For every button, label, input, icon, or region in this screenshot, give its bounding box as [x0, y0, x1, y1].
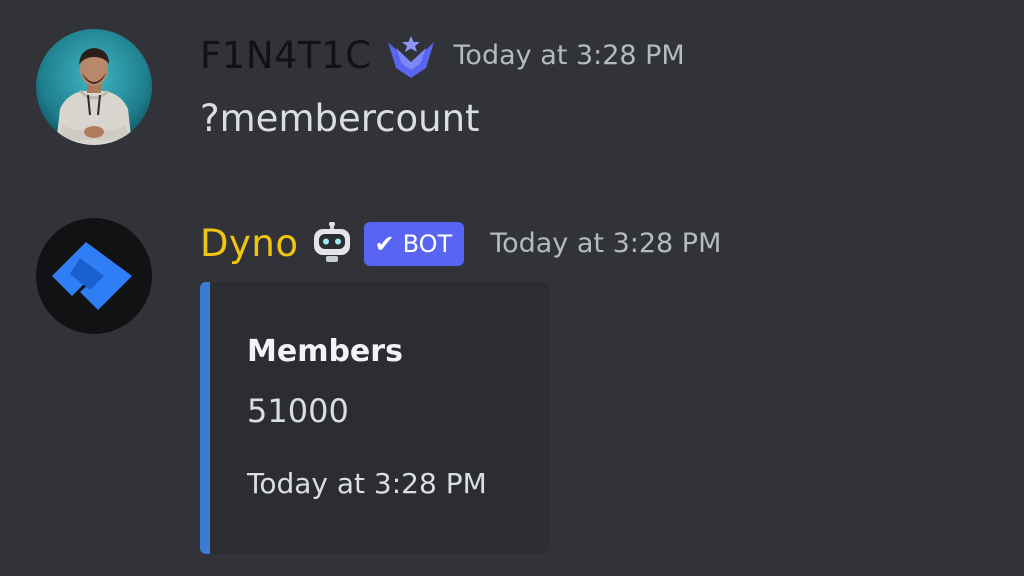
embed: Members 51000 Today at 3:28 PM — [200, 282, 549, 554]
user-avatar[interactable] — [36, 29, 152, 145]
message-header: F1N4T1C Today at 3:28 PM — [200, 34, 685, 78]
user-photo-avatar-icon — [36, 29, 152, 145]
bot-username[interactable]: Dyno — [200, 222, 298, 266]
username[interactable]: F1N4T1C — [200, 34, 372, 78]
embed-field-name: Members — [247, 334, 403, 369]
embed-footer-timestamp: Today at 3:28 PM — [247, 467, 487, 500]
message-content: ?membercount — [200, 97, 480, 140]
bot-tag: ✔ BOT — [364, 222, 465, 266]
dyno-logo-avatar-icon — [36, 218, 152, 334]
robot-face-icon — [310, 221, 354, 266]
embed-field-value: 51000 — [247, 392, 349, 430]
server-booster-wings-icon — [382, 34, 440, 78]
chat-area: F1N4T1C Today at 3:28 PM ?membercount Dy… — [0, 0, 1024, 576]
message-timestamp[interactable]: Today at 3:28 PM — [454, 34, 685, 78]
checkmark-icon: ✔ — [374, 230, 395, 258]
message-header: Dyno ✔ BOT Today at 3:28 PM — [200, 221, 721, 266]
bot-avatar[interactable] — [36, 218, 152, 334]
message-timestamp[interactable]: Today at 3:28 PM — [490, 222, 721, 266]
bot-tag-label: BOT — [402, 230, 453, 258]
embed-color-bar — [200, 282, 210, 554]
